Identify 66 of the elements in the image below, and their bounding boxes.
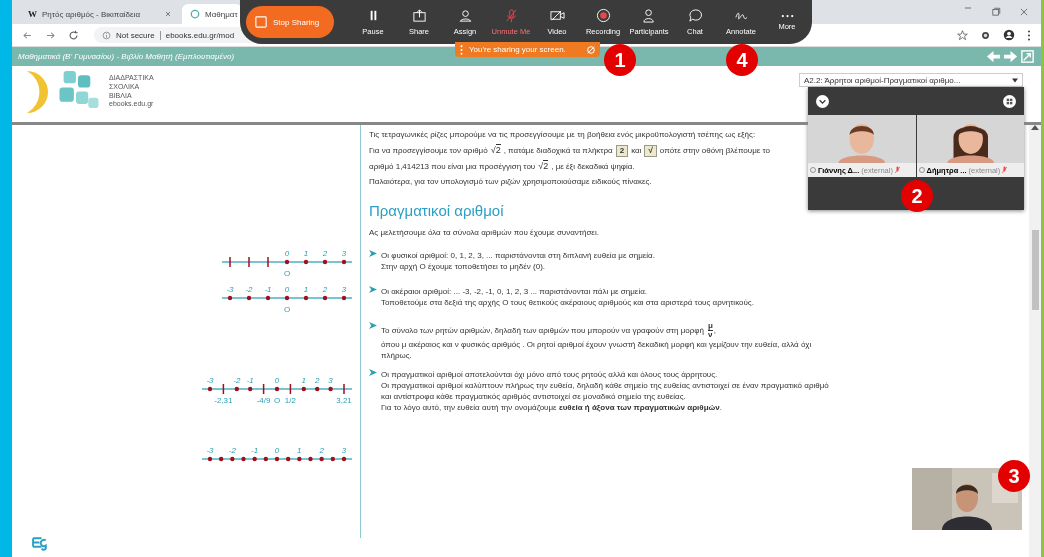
paragraph: Στην αρχή Ο έχουμε τοποθετήσει το μηδέν (0). [381,261,547,272]
more-icon [779,13,795,18]
browser-tab[interactable]: W Ρητός αριθμός - Βικιπαίδεια [20,4,180,24]
paragraph: όπου μ ακέραιος και ν φυσικός αριθμός . Οι ρητοί αριθμοί έχουν γνωστή δεκαδική μορφή και γεμίζουν την ευθεία, αλλά όχι πλήρως. [381,339,813,361]
page-icon [190,9,200,19]
paragraph: Οι φυσικοί αριθμοί: 0, 1, 2, 3, ... παριστάνονται στη διπλανή ευθεία με σημεία. [381,250,656,261]
book-title: Μαθηματικά (Β' Γυμνασίου) - Βιβλίο Μαθητή (Εμπλουτισμένο) [18,52,235,61]
camera-off-icon [549,8,565,23]
sharing-banner: You're sharing your screen. [455,42,600,57]
person-icon [457,8,473,23]
sound-icon [810,167,816,173]
square-icon [255,16,267,28]
sound-icon [918,167,925,173]
star-icon[interactable] [957,29,968,41]
bullet-arrow-icon [369,369,377,376]
paragraph: Για το λόγο αυτό, την ευθεία αυτή την ονομάζουμε ευθεία ή άξονα των πραγματικών αριθμών. [381,402,723,413]
microphone-muted-icon [1002,166,1008,174]
chevron-down-icon[interactable] [816,94,829,108]
grip-icon [460,44,463,55]
bullet-arrow-icon [369,250,377,257]
extension-icon[interactable] [980,29,991,41]
paragraph: Παλαιότερα, για τον υπολογισμό των ριζών χρησιμοποιούσαμε ειδικούς πίνακες. [369,176,653,188]
close-icon[interactable] [164,10,172,18]
number-line-drawing: -3 -2 -1 0 O 1 2 3 [222,283,352,319]
crescent-logo-icon [26,70,49,114]
paragraph: Οι πραγματικοί αριθμοί αποτελούνται όχι μόνο από τους ρητούς αλλά και όλους τους άρρητους. [381,369,719,380]
minimize-icon[interactable] [963,7,973,9]
bullet-arrow-icon [369,322,377,329]
profile-icon[interactable] [1003,29,1015,41]
paragraph: Τοποθετούμε στα δεξιά της αρχής Ο τους θετικούς ακέραιους αριθμούς και στα αριστερά τους αρνητικούς. [381,297,755,308]
address-bar[interactable]: Not secure ebooks.edu.gr/mod [94,27,255,43]
chapter-dropdown[interactable]: Α2.2: Άρρητοι αριθμοί-Πραγματικοί αριθμο... [799,73,1023,87]
grid-icon[interactable] [1003,94,1016,108]
bullet-arrow-icon [369,286,377,293]
arrow-right-icon[interactable] [1003,49,1018,64]
paragraph: Τις τετραγωνικές ρίζες μπορούμε να τις προσεγγίσουμε με τη βοήθεια ενός μικροϋπολογιστή τσέπης ως εξής: [369,129,757,141]
restore-icon[interactable] [991,7,1001,17]
reload-icon[interactable] [68,29,79,41]
number-line-drawing: 0 O 1 2 3 [222,247,352,283]
paragraph: Οι ακέραιοι αριθμοί: ... -3, -2, -1, 0, 1, 2, 3 ... παριστάνονται πάλι με σημεία. [381,286,649,297]
menu-icon[interactable] [1027,29,1031,41]
back-icon[interactable] [22,29,33,41]
number-line-drawing: -3 -2,31 -2 -1 -4/9 0 O 1/2 1 2 3 3,21 [202,374,352,410]
microphone-muted-icon [894,166,900,174]
browser-tab[interactable]: Μαθηματ [182,4,242,24]
puzzle-logo-icon [59,70,99,108]
record-icon [595,8,611,23]
expand-icon[interactable] [1020,49,1035,64]
chat-icon [687,8,703,23]
number-line-drawing: -3 -2 -1 0 1 2 3 [202,444,352,480]
scroll-up-icon[interactable] [1031,125,1039,130]
close-icon[interactable] [1019,7,1029,17]
share-screen-icon [411,8,427,23]
slashed-circle-icon[interactable] [587,45,595,54]
dropdown-caret-icon [1012,77,1018,83]
eg-logo-icon [32,536,50,551]
scrollbar-thumb[interactable] [1031,230,1039,310]
participants-icon [641,8,657,23]
forward-icon[interactable] [45,29,56,41]
microphone-muted-icon [503,8,519,23]
scrollbar[interactable] [1029,125,1041,557]
paragraph: Οι πραγματικοί αριθμοί καλύπτουν πλήρως την ευθεία, δηλαδή κάθε σημείο της ευθείας αντιστοιχεί σε έναν πραγματικό αριθμό και αντίστροφα κάθε πραγματικός αριθμός αντιστοιχεί σε μοναδικό σημείο της ευθείας. [381,380,830,402]
arrow-left-icon[interactable] [986,49,1001,64]
paragraph: Ας μελετήσουμε όλα τα σύνολα αριθμών που έχουμε συναντήσει. [369,227,600,239]
info-icon [102,30,111,40]
section-heading: Πραγματικοί αριθμοί [369,202,505,219]
